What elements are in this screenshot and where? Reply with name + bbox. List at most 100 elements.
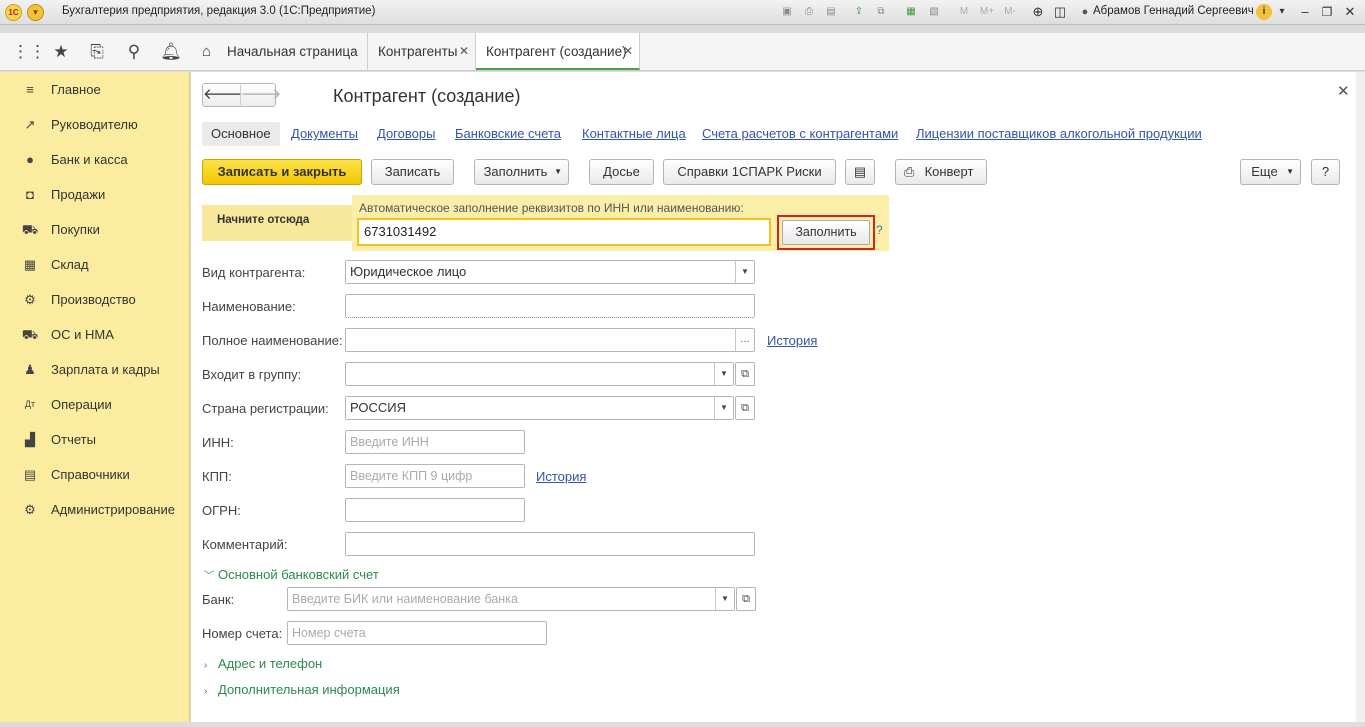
kind-select[interactable]: Юридическое лицо ▼ xyxy=(345,260,755,284)
autofill-inn-input[interactable]: 6731031492 xyxy=(357,218,771,246)
document-icon[interactable]: ▤ xyxy=(845,159,875,185)
close-tab-icon[interactable]: ✕ xyxy=(623,33,633,70)
forward-arrow-icon[interactable]: 🡒 xyxy=(240,85,281,105)
sidebar-item-operations[interactable]: Дт Операции xyxy=(0,387,190,422)
chevron-down-icon[interactable]: ▼ xyxy=(714,397,733,419)
chevron-down-icon[interactable]: ▼ xyxy=(715,588,734,610)
kind-label: Вид контрагента: xyxy=(202,265,306,280)
upload-icon[interactable]: ⇪ xyxy=(851,4,867,20)
chevron-down-icon[interactable]: ▼ xyxy=(735,261,754,283)
inn-input[interactable]: Введите ИНН xyxy=(345,430,525,454)
country-select[interactable]: РОССИЯ ▼ xyxy=(345,396,734,420)
section-alcohol-licenses[interactable]: Лицензии поставщиков алкогольной продукц… xyxy=(916,124,1202,144)
extra-info-group[interactable]: › Дополнительная информация xyxy=(204,682,400,697)
chevron-down-icon[interactable]: ▾ xyxy=(1274,4,1290,20)
bar-chart-icon: ▟ xyxy=(25,432,35,447)
open-icon[interactable]: ⧉ xyxy=(736,587,756,611)
close-window-icon[interactable]: ✕ xyxy=(1342,4,1358,20)
sidebar-item-warehouse[interactable]: ▦ Склад xyxy=(0,247,190,282)
memory-minus[interactable]: M- xyxy=(1000,4,1020,20)
section-contracts[interactable]: Договоры xyxy=(377,124,435,144)
scrollbar[interactable] xyxy=(1356,72,1365,722)
account-input[interactable]: Номер счета xyxy=(287,621,547,645)
fullname-history-link[interactable]: История xyxy=(767,333,817,348)
autofill-fill-button[interactable]: Заполнить xyxy=(782,220,870,245)
spark-button[interactable]: Справки 1СПАРК Риски xyxy=(663,159,836,185)
section-contacts[interactable]: Контактные лица xyxy=(582,124,686,144)
info-icon[interactable]: i xyxy=(1256,4,1272,20)
save-icon[interactable]: ▣ xyxy=(779,4,795,20)
memory-m[interactable]: M xyxy=(956,4,972,20)
bank-select[interactable]: Введите БИК или наименование банка ▼ xyxy=(287,587,735,611)
sidebar-item-catalogs[interactable]: ▤ Справочники xyxy=(0,457,190,492)
sidebar-item-bank[interactable]: ● Банк и касса xyxy=(0,142,190,177)
sidebar-item-label: Администрирование xyxy=(51,502,175,517)
section-settlement-accounts[interactable]: Счета расчетов с контрагентами xyxy=(702,124,898,144)
close-tab-icon[interactable]: ✕ xyxy=(459,33,469,70)
kpp-input[interactable]: Введите КПП 9 цифр xyxy=(345,464,525,488)
copy-icon[interactable]: ⧉ xyxy=(873,4,889,20)
bell-icon[interactable]: 🔔︎ xyxy=(160,41,182,63)
calendar-icon[interactable]: ▧ xyxy=(926,4,942,20)
fill-dropdown-button[interactable]: Заполнить ▼ xyxy=(474,159,569,185)
minimize-icon[interactable]: – xyxy=(1297,4,1313,20)
user-name[interactable]: Абрамов Геннадий Сергеевич xyxy=(1093,5,1254,17)
dossier-button[interactable]: Досье xyxy=(589,159,654,185)
restore-icon[interactable]: ❐ xyxy=(1319,4,1335,20)
comment-input[interactable] xyxy=(345,532,755,556)
group-select[interactable]: ▼ xyxy=(345,362,734,386)
sidebar-item-production[interactable]: ⚙ Производство xyxy=(0,282,190,317)
envelope-button[interactable]: ⎙ Конверт xyxy=(895,159,987,185)
panels-icon[interactable]: ◫ xyxy=(1052,4,1068,20)
favorites-star-icon[interactable]: ★ xyxy=(50,41,72,63)
truck-icon: ⛟ xyxy=(21,327,39,342)
calculator-icon[interactable]: ▦ xyxy=(903,4,919,20)
address-group[interactable]: › Адрес и телефон xyxy=(204,656,322,671)
country-label: Страна регистрации: xyxy=(202,401,329,416)
sidebar-item-reports[interactable]: ▟ Отчеты xyxy=(0,422,190,457)
section-bank-accounts[interactable]: Банковские счета xyxy=(455,124,561,144)
sidebar-item-label: Справочники xyxy=(51,467,130,482)
open-icon[interactable]: ⧉ xyxy=(735,396,755,420)
sidebar-item-main[interactable]: ≡ Главное xyxy=(0,72,190,107)
sidebar-item-manager[interactable]: ↗ Руководителю xyxy=(0,107,190,142)
bank-account-group[interactable]: ﹀ Основной банковский счет xyxy=(204,567,379,582)
name-input[interactable] xyxy=(345,294,755,318)
tab-counterparties[interactable]: Контрагенты ✕ xyxy=(368,33,476,70)
zoom-icon[interactable]: ⊕ xyxy=(1030,4,1046,20)
help-button[interactable]: ? xyxy=(1311,159,1340,185)
search-icon[interactable]: ⚲ xyxy=(123,41,145,63)
back-arrow-icon[interactable]: 🡐 xyxy=(203,85,243,105)
ogrn-input[interactable] xyxy=(345,498,525,522)
sidebar-item-admin[interactable]: ⚙ Администрирование xyxy=(0,492,190,527)
app-logo-icon: 1С xyxy=(5,4,22,21)
ellipsis-icon[interactable]: … xyxy=(735,329,754,351)
sidebar-item-label: Главное xyxy=(51,82,101,97)
tab-counterparty-create[interactable]: Контрагент (создание) ✕ xyxy=(476,33,640,70)
preview-icon[interactable]: ▤ xyxy=(823,4,839,20)
apps-grid-icon[interactable]: ⋮⋮ xyxy=(12,41,46,63)
open-icon[interactable]: ⧉ xyxy=(735,362,755,386)
tab-home[interactable]: ⌂ Начальная страница xyxy=(191,33,368,70)
main-menu-icon[interactable]: ▾ xyxy=(27,4,44,21)
save-button[interactable]: Записать xyxy=(371,159,454,185)
form-area: 🡐 🡒 Контрагент (создание) ✕ Основное Док… xyxy=(191,72,1356,722)
sidebar-item-assets[interactable]: ⛟ ОС и НМА xyxy=(0,317,190,352)
sidebar-item-sales[interactable]: ◘ Продажи xyxy=(0,177,190,212)
save-close-button[interactable]: Записать и закрыть xyxy=(202,159,362,185)
kpp-history-link[interactable]: История xyxy=(536,469,586,484)
fullname-label: Полное наименование: xyxy=(202,333,343,348)
sidebar-item-salary[interactable]: ♟ Зарплата и кадры xyxy=(0,352,190,387)
chevron-down-icon[interactable]: ▼ xyxy=(714,363,733,385)
sidebar-item-purchases[interactable]: ⛟ Покупки xyxy=(0,212,190,247)
more-button[interactable]: Еще ▼ xyxy=(1240,159,1301,185)
section-main[interactable]: Основное xyxy=(202,122,280,146)
sidebar-item-label: Производство xyxy=(51,292,136,307)
fullname-input[interactable]: … xyxy=(345,328,755,352)
history-icon[interactable]: ⎘ xyxy=(86,41,108,63)
section-documents[interactable]: Документы xyxy=(291,124,358,144)
print-icon[interactable]: ⎙ xyxy=(801,4,817,20)
close-form-icon[interactable]: ✕ xyxy=(1337,82,1350,100)
autofill-help-icon[interactable]: ? xyxy=(876,223,883,237)
memory-plus[interactable]: M+ xyxy=(977,4,997,20)
